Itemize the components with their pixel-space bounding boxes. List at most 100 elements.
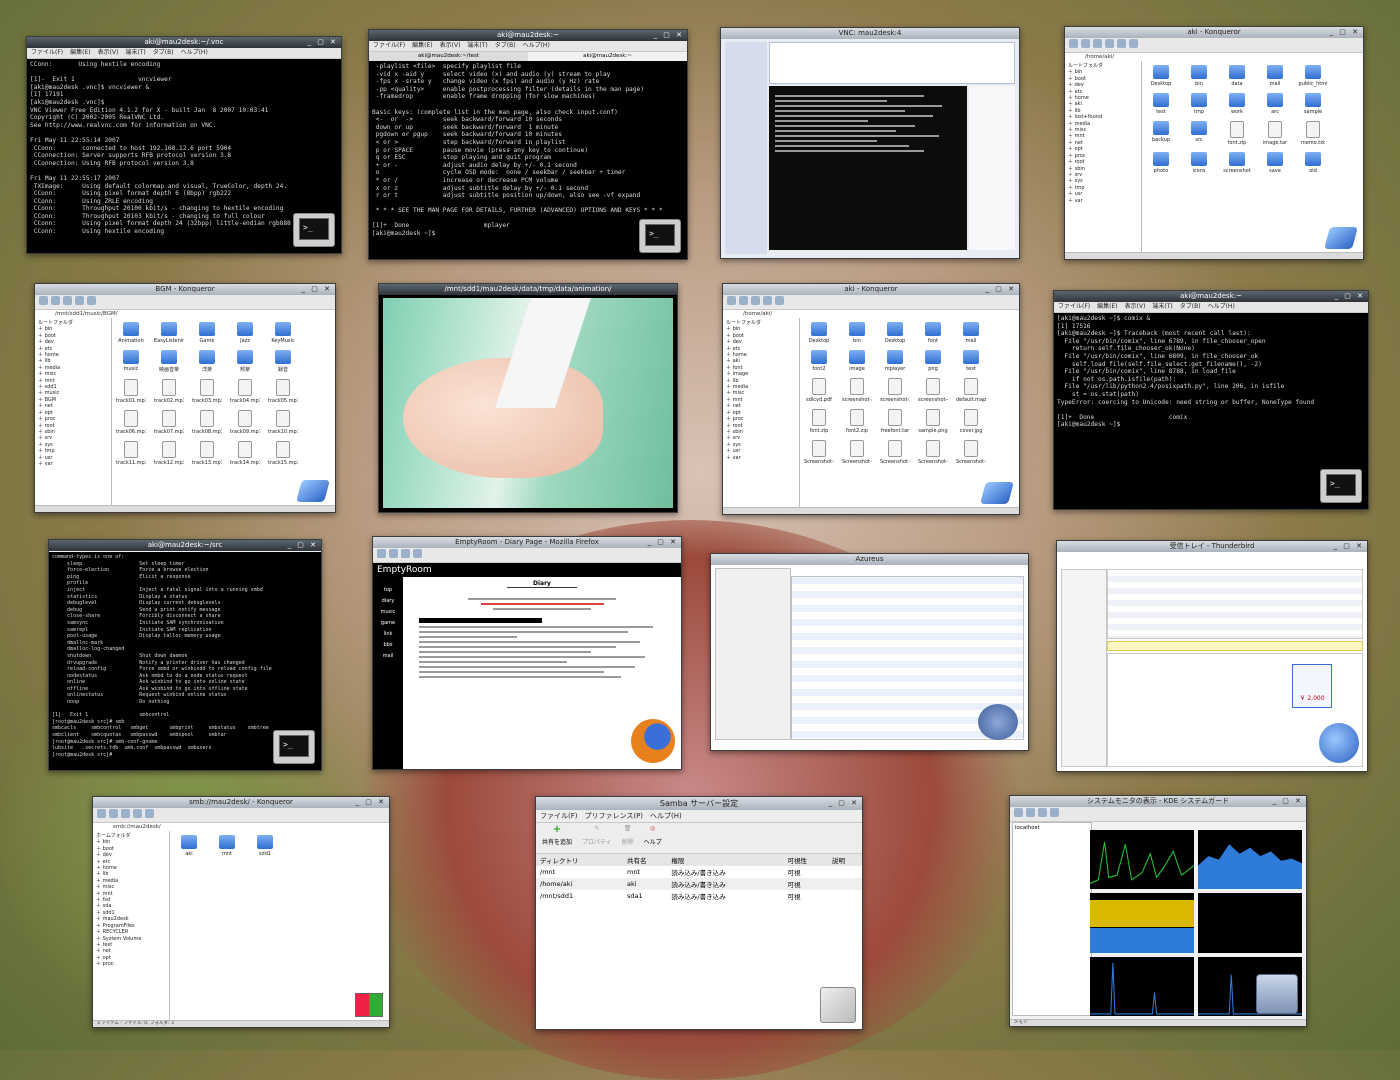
menu-file[interactable]: ファイル(F) [1058,303,1090,310]
window-mplayer-video[interactable]: /mnt/sdd1/mau2desk/data/tmp/data/animati… [378,283,678,513]
sensor-root[interactable]: localhost [1015,825,1040,831]
close-icon[interactable] [1050,808,1059,817]
folder-item[interactable]: Animation [116,322,146,344]
up-icon[interactable] [1093,39,1102,48]
list-item[interactable]: ＋ var [726,455,796,461]
folder-item[interactable]: font2 [804,350,834,372]
zoom-icon[interactable] [1129,39,1138,48]
window-controls[interactable]: _ ▢ ✕ [986,284,1016,295]
back-icon[interactable] [1069,39,1078,48]
window-controls[interactable]: _ ▢ ✕ [308,37,338,48]
file-item[interactable]: freefont.tar [880,409,910,434]
window-title[interactable]: aki@mau2desk:~/.vnc _ ▢ ✕ [27,37,341,48]
file-item[interactable]: Screenshot-3.png [880,440,910,465]
menu-view[interactable]: 表示(V) [1125,303,1146,310]
shares-table[interactable]: ディレクトリ 共有名 権限 可視性 説明 /mnt mnt 読み込み/書き込み 可視 … [536,854,862,902]
window-samba-config[interactable]: Samba サーバー設定 _ ▢ ✕ ファイル(F) プリファレンス(P) ヘルプ(H… [535,796,863,1030]
file-view[interactable]: Animation EasyListening Game Jazz KeyMusic mu… [112,318,335,506]
file-item[interactable]: track07.mp3 [154,410,184,435]
window-title[interactable]: aki - Konqueror _ ▢ ✕ [1065,27,1363,38]
file-item[interactable]: track13.mp3 [192,441,222,466]
back-icon[interactable] [97,809,106,818]
window-controls[interactable]: _ ▢ ✕ [1334,541,1364,552]
folder-item[interactable]: Jazz [230,322,260,344]
menu-terminal[interactable]: 端末(T) [125,49,145,56]
file-item[interactable]: track12.mp3 [154,441,184,466]
table-row[interactable]: /mnt/sdd1 sda1 読み込み/書き込み 可視 [536,890,862,902]
file-item[interactable]: font.zip [804,409,834,434]
window-konqueror-bgm[interactable]: BGM - Konqueror _ ▢ ✕ /mnt/sdd1/music/BGM… [34,283,336,513]
folder-item[interactable]: EasyListening [154,322,184,344]
menu-terminal[interactable]: 端末(T) [467,42,487,49]
menu-help[interactable]: ヘルプ(H) [523,42,550,49]
message-list[interactable] [1107,569,1363,639]
menu-tabs[interactable]: タブ(B) [153,49,174,56]
file-item[interactable]: default.map [956,378,986,403]
window-title[interactable]: VNC: mau2desk:4 [721,28,1019,39]
table-row[interactable]: /home/aki aki 読み込み/書き込み 可視 [536,878,862,890]
file-item[interactable]: Screenshot-4.png [918,440,948,465]
folder-tree[interactable]: ホームフォルダ＋ bin ＋ boot ＋ dev ＋ etc ＋ home ＋ lib ＋… [93,831,170,1021]
window-title[interactable]: EmptyRoom - Diary Page - Mozilla Firefox… [373,537,681,548]
list-item[interactable]: diary [373,596,403,607]
window-controls[interactable]: _ ▢ ✕ [654,30,684,41]
home-icon[interactable] [763,296,772,305]
window-comix-terminal[interactable]: aki@mau2desk:~ _ ▢ ✕ ファイル(F) 編集(E) 表示(V) 端末(… [1053,290,1369,510]
folder-item[interactable]: image [842,350,872,372]
folder-item[interactable]: old [1298,152,1328,174]
folder-item[interactable]: tmp [1184,93,1214,115]
folder-item[interactable]: public_html [1298,65,1328,87]
window-vnc-viewer[interactable]: VNC: mau2desk:4 [720,27,1020,259]
list-item[interactable]: link [373,629,403,640]
window-thunderbird[interactable]: 受信トレイ - Thunderbird _ ▢ ✕ ￥ 2,000 [1056,540,1368,772]
window-vnc-terminal[interactable]: aki@mau2desk:~/.vnc _ ▢ ✕ ファイル(F) 編集(E) 表示(… [26,36,342,254]
reload-icon[interactable] [87,296,96,305]
file-item[interactable]: track10.mp3 [268,410,298,435]
folder-item[interactable]: aki [174,835,204,857]
reload-icon[interactable] [145,809,154,818]
file-item[interactable]: image.tar [1260,121,1290,146]
window-title[interactable]: /mnt/sdd1/mau2desk/data/tmp/data/animati… [379,284,677,295]
list-item[interactable]: bbs [373,640,403,651]
file-item[interactable]: screenshot-3.png [880,378,910,403]
file-item[interactable]: Screenshot-2.png [842,440,872,465]
window-controls[interactable]: _ ▢ ✕ [1273,796,1303,807]
file-view[interactable]: Desktop bin Desktop font mail font2 image mplay… [800,318,1019,508]
menu-tabs[interactable]: タブ(B) [1180,303,1201,310]
folder-item[interactable]: test [956,350,986,372]
reload-icon[interactable] [775,296,784,305]
menu-file[interactable]: ファイル(F) [31,49,63,56]
video-frame[interactable] [383,298,673,508]
menu-help[interactable]: ヘルプ(H) [1208,303,1235,310]
col-visibility[interactable]: 可視性 [787,854,831,866]
file-item[interactable]: track08.mp3 [192,410,222,435]
window-title[interactable]: aki@mau2desk:~ _ ▢ ✕ [369,30,687,41]
reload-icon[interactable] [1117,39,1126,48]
folder-item[interactable]: Desktop [804,322,834,344]
window-mplayer-terminal[interactable]: aki@mau2desk:~ _ ▢ ✕ ファイル(F) 編集(E) 表示(V) 端末(… [368,29,688,260]
menu-file[interactable]: ファイル(F) [540,812,578,820]
window-smbcontrol-terminal[interactable]: aki@mau2desk:~/src _ ▢ ✕ command-types is… [48,539,322,771]
menu-edit[interactable]: 編集(E) [1097,303,1117,310]
window-title[interactable]: smb://mau2desk/ - Konqueror _ ▢ ✕ [93,797,389,808]
window-title[interactable]: Azureus [711,554,1028,565]
window-controls[interactable]: _ ▢ ✕ [1330,27,1360,38]
list-item[interactable]: ＋ proc [96,961,166,967]
help-button[interactable]: ◎ ヘルプ [644,825,662,851]
menu-edit[interactable]: 編集(E) [412,42,432,49]
back-icon[interactable] [727,296,736,305]
window-title[interactable]: aki@mau2desk:~/src _ ▢ ✕ [49,540,321,551]
file-item[interactable]: track03.mp3 [192,379,222,404]
window-konqueror-smb[interactable]: smb://mau2desk/ - Konqueror _ ▢ ✕ smb://m… [92,796,390,1028]
list-item[interactable]: top [373,585,403,596]
col-share-name[interactable]: 共有名 [626,854,670,866]
window-controls[interactable]: _ ▢ ✕ [288,540,318,551]
menu-preferences[interactable]: プリファレンス(P) [585,812,644,820]
folder-item[interactable]: arc [1260,93,1290,115]
add-share-button[interactable]: + 共有を追加 [542,825,572,851]
menu-tabs[interactable]: タブ(B) [495,42,516,49]
reload-icon[interactable] [401,549,410,558]
folder-item[interactable]: 邦楽 [230,350,260,373]
file-item[interactable]: font.zip [1222,121,1252,146]
window-title[interactable]: aki@mau2desk:~ _ ▢ ✕ [1054,291,1368,302]
